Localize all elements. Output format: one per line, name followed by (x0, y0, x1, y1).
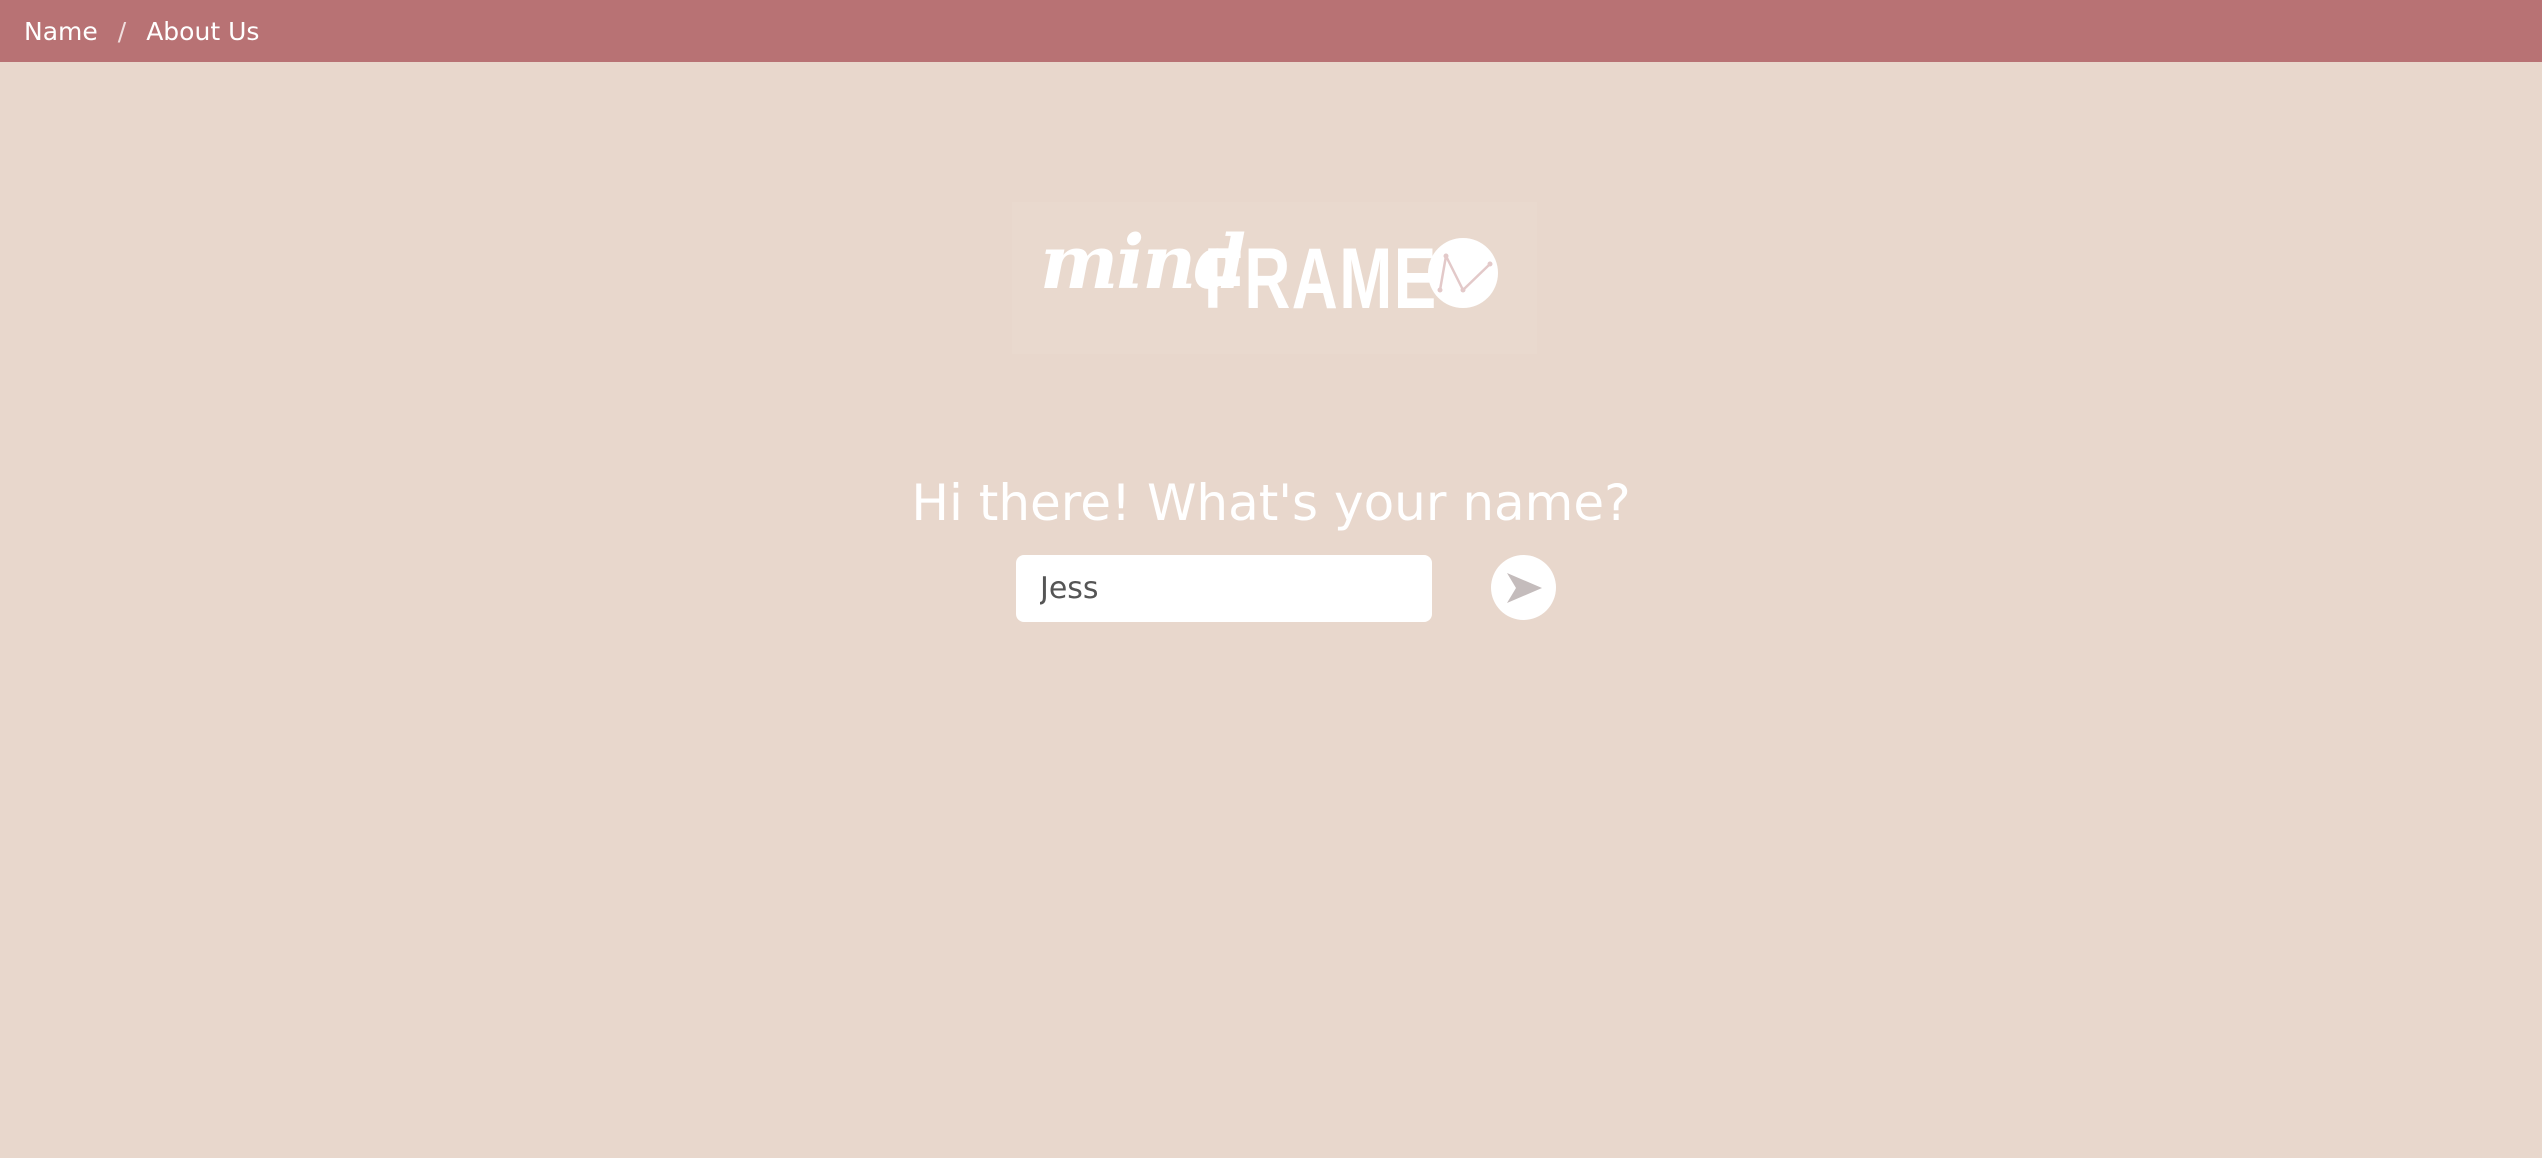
breadcrumb-name[interactable]: Name (24, 17, 98, 46)
submit-button[interactable] (1491, 555, 1556, 620)
greeting-heading: Hi there! What's your name? (911, 474, 1631, 532)
breadcrumb-separator: / (117, 16, 127, 46)
send-arrow-icon (1506, 572, 1542, 603)
mindframe-logo: mind FRAME (1012, 202, 1537, 354)
check-chart-icon (1428, 238, 1498, 308)
top-nav-bar: Name / About Us (0, 0, 2542, 62)
name-input[interactable] (1016, 555, 1432, 622)
breadcrumb-about-us[interactable]: About Us (146, 17, 259, 46)
logo-frame-text: FRAME (1204, 231, 1438, 327)
